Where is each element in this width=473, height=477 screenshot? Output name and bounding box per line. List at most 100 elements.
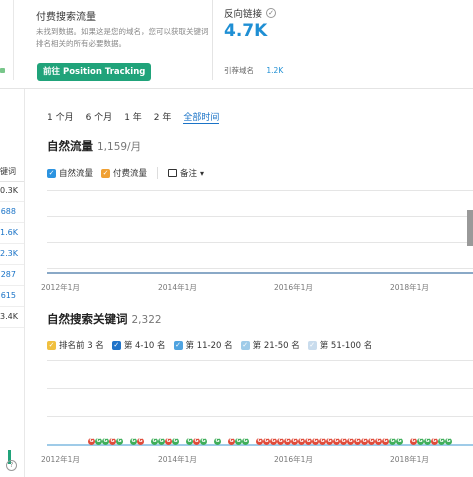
event-marker-icon[interactable]: G bbox=[382, 438, 389, 445]
gridline bbox=[47, 416, 473, 417]
event-marker-icon[interactable]: G bbox=[361, 438, 368, 445]
gridline bbox=[47, 242, 473, 243]
table-cell[interactable]: 287 bbox=[0, 270, 24, 279]
event-marker-icon[interactable]: G bbox=[263, 438, 270, 445]
event-marker-icon[interactable]: G bbox=[368, 438, 375, 445]
event-marker-icon[interactable]: G bbox=[95, 438, 102, 445]
event-marker-icon[interactable]: G bbox=[375, 438, 382, 445]
checkbox-icon[interactable]: ✓ bbox=[173, 340, 183, 350]
legend-21-50[interactable]: ✓ 第 21-50 名 bbox=[240, 339, 300, 351]
row-line bbox=[0, 264, 24, 265]
legend-51-100[interactable]: ✓ 第 51-100 名 bbox=[307, 339, 372, 351]
event-marker-icon[interactable]: G bbox=[312, 438, 319, 445]
table-cell[interactable]: 2.3K bbox=[0, 249, 24, 258]
event-marker-icon[interactable]: G bbox=[270, 438, 277, 445]
backlinks-card: 反向链接 ✓ 4.7K 引荐域名 1.2K bbox=[224, 6, 424, 75]
organic-keywords-value: 2,322 bbox=[131, 314, 162, 326]
gridline bbox=[47, 268, 473, 269]
tab-6-months[interactable]: 6 个月 bbox=[86, 110, 113, 124]
event-marker-icon[interactable]: G bbox=[438, 438, 445, 445]
event-marker-icon[interactable]: G bbox=[354, 438, 361, 445]
organic-traffic-title: 自然流量 1,159/月 bbox=[47, 138, 141, 154]
event-marker-icon[interactable]: G bbox=[424, 438, 431, 445]
legend-top-3[interactable]: ✓ 排名前 3 名 bbox=[47, 339, 104, 351]
event-marker-icon[interactable]: G bbox=[298, 438, 305, 445]
event-marker-icon[interactable]: G bbox=[410, 438, 417, 445]
note-icon bbox=[168, 169, 178, 177]
legend-organic-traffic[interactable]: ✓ 自然流量 bbox=[47, 167, 93, 179]
event-marker-icon[interactable]: G bbox=[396, 438, 403, 445]
event-marker-icon[interactable]: G bbox=[333, 438, 340, 445]
table-cell[interactable]: 688 bbox=[0, 207, 24, 216]
checkbox-icon[interactable]: ✓ bbox=[101, 168, 111, 178]
event-marker-icon[interactable]: G bbox=[172, 438, 179, 445]
event-marker-icon[interactable]: G bbox=[130, 438, 137, 445]
position-tracking-button[interactable]: 前往 Position Tracking bbox=[37, 63, 152, 81]
header-line bbox=[0, 181, 24, 182]
event-marker-icon[interactable]: G bbox=[88, 438, 95, 445]
event-marker-icon[interactable]: G bbox=[200, 438, 207, 445]
referring-domains-value[interactable]: 1.2K bbox=[266, 66, 283, 75]
table-cell[interactable]: 3.4K bbox=[0, 312, 24, 321]
table-cell[interactable]: 615 bbox=[0, 291, 24, 300]
time-range-tabs: 1 个月 6 个月 1 年 2 年 全部时间 bbox=[47, 110, 220, 124]
section-divider bbox=[0, 88, 473, 89]
event-marker-icon[interactable]: G bbox=[326, 438, 333, 445]
organic-traffic-legend: ✓ 自然流量 ✓ 付费流量 备注 ▾ bbox=[47, 167, 204, 179]
event-marker-icon[interactable]: G bbox=[116, 438, 123, 445]
event-marker-icon[interactable]: G bbox=[340, 438, 347, 445]
paid-traffic-title: 付费搜索流量 bbox=[36, 12, 96, 23]
x-tick-label: 2014年1月 bbox=[158, 283, 197, 292]
table-cell[interactable]: 1.6K bbox=[0, 228, 24, 237]
tab-2-years[interactable]: 2 年 bbox=[154, 110, 172, 124]
event-marker-icon[interactable]: G bbox=[193, 438, 200, 445]
tab-1-year[interactable]: 1 年 bbox=[124, 110, 142, 124]
legend-paid-traffic[interactable]: ✓ 付费流量 bbox=[101, 167, 147, 179]
table-cell[interactable]: 0.3K bbox=[0, 186, 24, 195]
event-marker-icon[interactable]: G bbox=[347, 438, 354, 445]
event-marker-icon[interactable]: G bbox=[242, 438, 249, 445]
event-marker-icon[interactable]: G bbox=[109, 438, 116, 445]
legend-11-20[interactable]: ✓ 第 11-20 名 bbox=[173, 339, 233, 351]
notes-dropdown[interactable]: 备注 ▾ bbox=[168, 167, 204, 179]
event-marker-icon[interactable]: G bbox=[186, 438, 193, 445]
legend-label: 自然流量 bbox=[59, 169, 94, 179]
event-marker-icon[interactable]: G bbox=[305, 438, 312, 445]
question-icon[interactable]: ? bbox=[6, 460, 17, 471]
event-marker-icon[interactable]: G bbox=[389, 438, 396, 445]
tab-1-month[interactable]: 1 个月 bbox=[47, 110, 74, 124]
legend-label: 排名前 3 名 bbox=[59, 341, 104, 351]
gridline bbox=[47, 360, 473, 361]
event-marker-icon[interactable]: G bbox=[102, 438, 109, 445]
checkbox-icon[interactable]: ✓ bbox=[47, 340, 56, 350]
event-marker-icon[interactable]: G bbox=[319, 438, 326, 445]
event-marker-icon[interactable]: G bbox=[235, 438, 242, 445]
traffic-line bbox=[47, 272, 473, 274]
event-marker-icon[interactable]: G bbox=[137, 438, 144, 445]
checkbox-icon[interactable]: ✓ bbox=[307, 340, 317, 350]
keywords-table-clipped: 键词 0.3K 688 1.6K 2.3K 287 615 3.4K ? bbox=[0, 89, 25, 477]
event-marker-icon[interactable]: G bbox=[431, 438, 438, 445]
event-marker-icon[interactable]: G bbox=[277, 438, 284, 445]
organic-traffic-heading: 自然流量 bbox=[47, 139, 93, 153]
event-marker-icon[interactable]: G bbox=[417, 438, 424, 445]
backlinks-title: 反向链接 bbox=[224, 9, 263, 20]
checkbox-icon[interactable]: ✓ bbox=[240, 340, 250, 350]
legend-4-10[interactable]: ✓ 第 4-10 名 bbox=[111, 339, 166, 351]
event-marker-icon[interactable]: G bbox=[445, 438, 452, 445]
event-marker-icon[interactable]: G bbox=[165, 438, 172, 445]
event-marker-icon[interactable]: G bbox=[291, 438, 298, 445]
legend-label: 第 21-50 名 bbox=[252, 341, 300, 351]
backlinks-value[interactable]: 4.7K bbox=[224, 21, 267, 41]
event-marker-icon[interactable]: G bbox=[256, 438, 263, 445]
checkbox-icon[interactable]: ✓ bbox=[111, 340, 121, 350]
checkbox-icon[interactable]: ✓ bbox=[47, 168, 56, 178]
event-marker-icon[interactable]: G bbox=[284, 438, 291, 445]
event-marker-icon[interactable]: G bbox=[158, 438, 165, 445]
info-icon[interactable]: ✓ bbox=[266, 8, 277, 18]
event-marker-icon[interactable]: G bbox=[228, 438, 235, 445]
tab-all-time[interactable]: 全部时间 bbox=[183, 110, 220, 124]
chart-edge-marker bbox=[467, 210, 473, 246]
event-marker-icon[interactable]: G bbox=[214, 438, 221, 445]
event-marker-icon[interactable]: G bbox=[151, 438, 158, 445]
